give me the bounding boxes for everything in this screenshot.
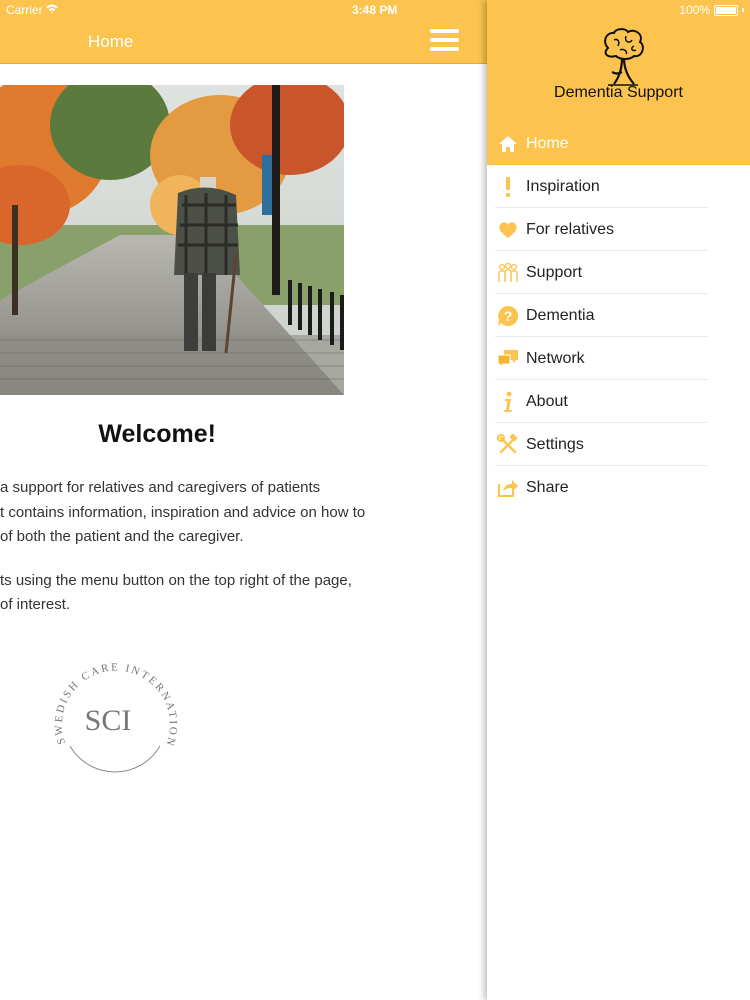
menu-item-network[interactable]: Network xyxy=(487,337,750,380)
menu-item-label: Network xyxy=(526,349,585,367)
intro-line: ts using the menu button on the top righ… xyxy=(0,571,352,589)
menu-item-label: Dementia xyxy=(526,306,595,324)
carrier-label: Carrier xyxy=(6,3,43,17)
battery-icon xyxy=(714,4,738,16)
main-content: Home Welcome! a support for relatives an… xyxy=(0,0,487,1000)
home-icon xyxy=(495,133,521,155)
status-time: 3:48 PM xyxy=(352,3,398,17)
menu-item-label: Inspiration xyxy=(526,177,600,195)
tools-icon xyxy=(495,433,521,456)
intro-line: of interest. xyxy=(0,596,71,613)
menu-item-for-relatives[interactable]: For relatives xyxy=(487,208,750,251)
page-title: Home xyxy=(88,32,134,51)
menu-item-label: Settings xyxy=(526,435,584,453)
chat-icon xyxy=(495,348,521,370)
intro-line: of both the patient and the caregiver. xyxy=(0,528,244,545)
intro-paragraph: a support for relatives and caregivers o… xyxy=(0,476,480,550)
welcome-heading: Welcome! xyxy=(98,420,216,448)
battery-label: 100% xyxy=(679,3,710,17)
menu-item-label: For relatives xyxy=(526,220,615,238)
menu-item-share[interactable]: Share xyxy=(487,466,750,509)
logo-monogram: SCI xyxy=(85,704,132,737)
question-icon: ? xyxy=(495,305,521,327)
menu-item-dementia[interactable]: ? Dementia xyxy=(487,294,750,337)
menu-list: Home Inspiration For relatives Support ?… xyxy=(487,122,750,509)
navigation-bar: Home xyxy=(0,0,487,64)
battery-status: 100% xyxy=(679,0,744,20)
side-menu: Dementia Support Home Inspiration For re… xyxy=(487,0,750,1000)
share-icon xyxy=(495,477,521,499)
heart-icon xyxy=(495,219,521,241)
svg-text:?: ? xyxy=(504,308,513,324)
menu-item-label: Home xyxy=(526,134,569,152)
info-icon xyxy=(495,391,521,413)
intro-text: a support for relatives and caregivers o… xyxy=(0,476,480,637)
menu-item-settings[interactable]: Settings xyxy=(487,423,750,466)
intro-line: a support for relatives and caregivers o… xyxy=(0,479,321,496)
menu-item-about[interactable]: About xyxy=(487,380,750,423)
menu-item-support[interactable]: Support xyxy=(487,251,750,294)
carrier-status: Carrier xyxy=(0,0,59,20)
people-icon xyxy=(495,262,521,284)
intro-paragraph: ts using the menu button on the top righ… xyxy=(0,569,480,618)
wifi-icon xyxy=(46,3,59,17)
hamburger-menu-icon[interactable] xyxy=(430,29,459,51)
app-name: Dementia Support xyxy=(554,84,683,101)
menu-item-home[interactable]: Home xyxy=(487,122,750,165)
hero-photo xyxy=(0,85,344,395)
menu-item-inspiration[interactable]: Inspiration xyxy=(487,165,750,208)
intro-line: t contains information, inspiration and … xyxy=(0,503,366,521)
sci-logo: SWEDISH CARE INTERNATIONAL SCI xyxy=(45,641,180,780)
menu-item-label: Support xyxy=(526,263,583,281)
brain-tree-icon xyxy=(604,28,644,86)
exclamation-icon xyxy=(495,176,521,198)
menu-item-label: Share xyxy=(526,478,569,496)
menu-item-label: About xyxy=(526,392,568,410)
